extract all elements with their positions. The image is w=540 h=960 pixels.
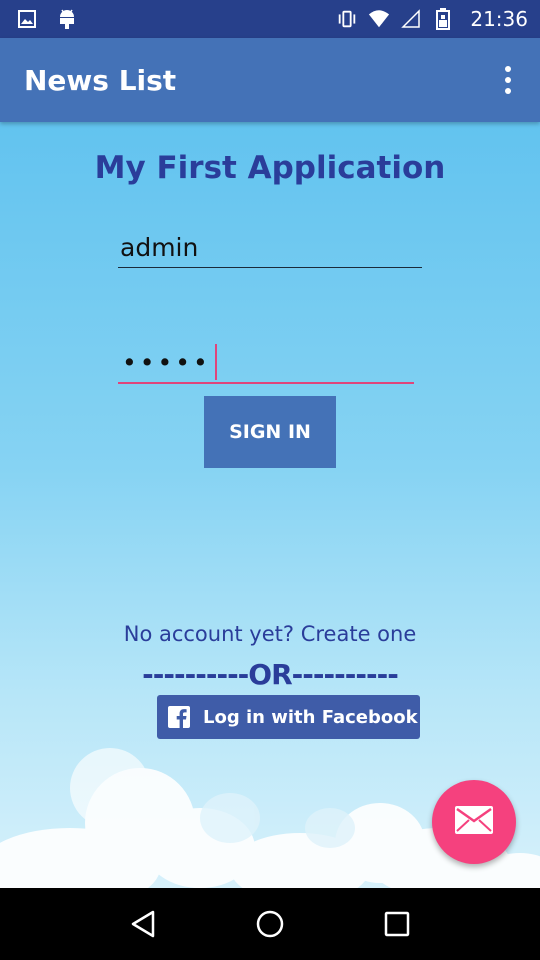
navigation-bar	[0, 888, 540, 960]
android-icon	[56, 8, 78, 30]
text-cursor	[214, 344, 217, 380]
gallery-icon	[16, 8, 38, 30]
wifi-icon	[368, 8, 390, 30]
sign-in-button[interactable]: SIGN IN	[204, 396, 336, 468]
username-field[interactable]	[118, 228, 422, 268]
status-bar: 21:36	[0, 0, 540, 38]
recents-icon[interactable]	[373, 900, 421, 948]
password-dots: •••••	[122, 347, 211, 377]
status-time: 21:36	[470, 7, 528, 31]
facebook-icon	[168, 706, 190, 728]
login-screen: My First Application ••••• SIGN IN No ac…	[0, 122, 540, 888]
signal-icon	[400, 8, 422, 30]
home-icon[interactable]	[246, 900, 294, 948]
or-divider: ----------OR----------	[142, 658, 399, 691]
password-field[interactable]: •••••	[118, 342, 414, 384]
facebook-login-label: Log in with Facebook	[203, 706, 418, 728]
more-vert-icon[interactable]	[484, 56, 532, 104]
vibrate-icon	[336, 8, 358, 30]
create-account-link[interactable]: No account yet? Create one	[0, 622, 540, 646]
facebook-login-button[interactable]: Log in with Facebook	[157, 695, 420, 739]
mail-icon	[455, 805, 493, 839]
battery-icon	[432, 8, 454, 30]
app-heading: My First Application	[94, 150, 446, 186]
app-bar: News List	[0, 38, 540, 122]
app-title: News List	[24, 63, 177, 97]
back-icon[interactable]	[119, 900, 167, 948]
mail-fab-button[interactable]	[432, 780, 516, 864]
